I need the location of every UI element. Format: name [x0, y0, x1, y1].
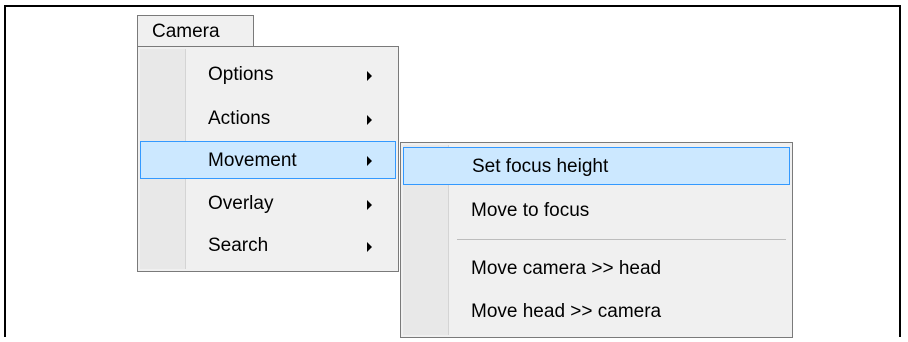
menu-item-label: Search [208, 235, 269, 256]
camera-dropdown-menu: Options Actions Movement Overlay Search [137, 46, 399, 272]
submenu-item-label: Move head >> camera [471, 301, 662, 322]
submenu-item-move-camera-to-head[interactable]: Move camera >> head [403, 250, 790, 288]
submenu-item-move-to-focus[interactable]: Move to focus [403, 192, 790, 230]
submenu-arrow-icon [367, 71, 372, 81]
menu-item-label: Actions [208, 108, 271, 129]
menu-item-label: Options [208, 64, 274, 85]
menu-item-label: Movement [208, 150, 297, 171]
menu-item-search[interactable]: Search [140, 227, 396, 265]
submenu-arrow-icon [367, 115, 372, 125]
menu-camera-label: Camera [152, 21, 220, 42]
submenu-arrow-icon [367, 200, 372, 210]
submenu-item-move-head-to-camera[interactable]: Move head >> camera [403, 293, 790, 331]
submenu-item-set-focus-height[interactable]: Set focus height [403, 147, 790, 185]
submenu-item-label: Set focus height [472, 156, 609, 177]
menu-camera[interactable]: Camera [137, 15, 254, 47]
movement-submenu: Set focus height Move to focus Move came… [400, 142, 793, 338]
menu-item-actions[interactable]: Actions [140, 100, 396, 138]
menu-item-label: Overlay [208, 193, 274, 214]
menu-separator [457, 239, 786, 240]
submenu-item-label: Move camera >> head [471, 258, 662, 279]
menu-item-movement[interactable]: Movement [140, 141, 396, 179]
submenu-item-label: Move to focus [471, 200, 590, 221]
menu-item-options[interactable]: Options [140, 56, 396, 94]
menu-item-overlay[interactable]: Overlay [140, 185, 396, 223]
submenu-arrow-icon [367, 156, 372, 166]
submenu-arrow-icon [367, 242, 372, 252]
